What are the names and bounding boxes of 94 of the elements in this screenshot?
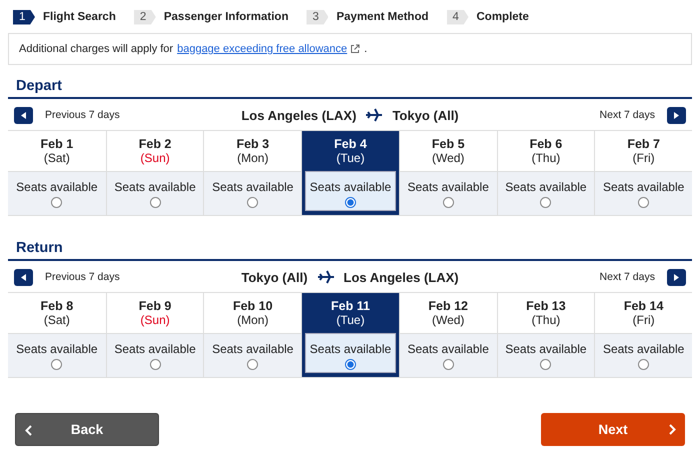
step-label: Payment Method	[336, 11, 428, 23]
availability-label: Seats available	[310, 180, 392, 194]
date-label: Feb 12	[428, 299, 468, 313]
date-label: Feb 8	[40, 299, 74, 313]
availability-label: Seats available	[408, 342, 489, 356]
weekday-label: (Thu)	[532, 313, 560, 327]
weekday-label: (Fri)	[632, 151, 655, 165]
weekday-label: (Thu)	[532, 151, 560, 165]
availability-label: Seats available	[310, 342, 392, 356]
chevron-left-icon	[25, 425, 32, 436]
availability-label: Seats available	[114, 342, 196, 356]
baggage-link[interactable]: baggage exceeding free allowance	[177, 43, 348, 55]
section-heading: Depart	[8, 78, 692, 99]
date-label: Feb 3	[236, 137, 270, 151]
date-label: Feb 6	[530, 137, 562, 151]
weekday-label: (Tue)	[336, 151, 365, 165]
origin-label: Los Angeles (LAX)	[241, 108, 356, 122]
left-triangle-icon	[21, 274, 26, 280]
weekday-label: (Sat)	[44, 151, 70, 165]
step-number: 1	[13, 10, 35, 24]
radio-button[interactable]	[638, 197, 650, 208]
availability-label: Seats available	[408, 180, 489, 194]
radio-button[interactable]	[442, 197, 454, 208]
date-label: Feb 13	[526, 299, 566, 313]
section-heading: Return	[8, 240, 692, 261]
radio-button[interactable]	[51, 197, 62, 208]
availability-label: Seats available	[16, 342, 98, 356]
weekday-label: (Wed)	[432, 313, 464, 327]
right-triangle-icon	[674, 112, 679, 118]
step-label: Complete	[476, 11, 529, 23]
back-button[interactable]: Back	[15, 413, 159, 446]
next-days-label: Next 7 days	[600, 271, 655, 283]
next-days-label: Next 7 days	[600, 109, 655, 121]
radio-button[interactable]	[540, 359, 552, 370]
availability-label: Seats available	[212, 180, 294, 194]
step-number: 3	[306, 10, 328, 24]
left-triangle-icon	[21, 112, 26, 118]
date-column[interactable]: Feb 4 (Tue) Seats available	[301, 131, 399, 215]
weekday-label: (Sat)	[44, 313, 70, 327]
date-label: Feb 14	[624, 299, 664, 313]
radio-button[interactable]	[247, 359, 258, 370]
date-label: Feb 2	[138, 137, 172, 151]
radio-button[interactable]	[51, 359, 62, 370]
date-label: Feb 7	[627, 137, 660, 151]
availability-label: Seats available	[114, 180, 196, 194]
weekday-label: (Fri)	[632, 313, 655, 327]
radio-button[interactable]	[344, 197, 356, 208]
destination-label: Tokyo (All)	[392, 108, 459, 122]
date-label: Feb 11	[331, 299, 370, 313]
external-link-icon	[350, 44, 360, 54]
date-label: Feb 5	[432, 137, 465, 151]
previous-days-label: Previous 7 days	[45, 109, 120, 121]
previous-button[interactable]	[14, 106, 33, 124]
date-column[interactable]: Feb 11 (Tue) Seats available	[301, 293, 399, 377]
right-triangle-icon	[674, 274, 679, 280]
step-label: Passenger Information	[164, 11, 288, 23]
destination-label: Los Angeles (LAX)	[344, 270, 459, 284]
step-number: 2	[134, 10, 156, 24]
next-button[interactable]: Next	[541, 413, 685, 446]
radio-button[interactable]	[150, 197, 161, 208]
availability-label: Seats available	[602, 342, 684, 356]
date-label: Feb 9	[138, 299, 172, 313]
notice-period: .	[364, 43, 368, 55]
availability-label: Seats available	[505, 180, 587, 194]
radio-button[interactable]	[150, 359, 161, 370]
weekday-label: (Tue)	[336, 313, 365, 327]
weekday-label: (Mon)	[237, 313, 268, 327]
airplane-icon	[318, 270, 334, 284]
availability-label: Seats available	[505, 342, 587, 356]
radio-button[interactable]	[540, 197, 552, 208]
date-label: Feb 4	[334, 137, 367, 151]
radio-button[interactable]	[638, 359, 650, 370]
weekday-label: (Wed)	[432, 151, 464, 165]
availability-label: Seats available	[212, 342, 294, 356]
previous-button[interactable]	[14, 268, 33, 286]
radio-button[interactable]	[344, 359, 356, 370]
next-days-button[interactable]	[666, 268, 686, 286]
step-number: 4	[446, 10, 468, 24]
weekday-label: (Mon)	[237, 151, 268, 165]
origin-label: Tokyo (All)	[241, 270, 308, 284]
step-label: Flight Search	[43, 11, 116, 23]
date-label: Feb 1	[40, 137, 74, 151]
airplane-icon	[366, 108, 382, 122]
chevron-right-icon	[669, 424, 676, 435]
availability-label: Seats available	[16, 180, 98, 194]
next-days-button[interactable]	[666, 106, 686, 124]
date-label: Feb 10	[232, 299, 273, 313]
notice-text: Additional charges will apply for	[19, 43, 174, 55]
availability-label: Seats available	[602, 180, 684, 194]
previous-days-label: Previous 7 days	[45, 271, 120, 283]
radio-button[interactable]	[442, 359, 454, 370]
weekday-label: (Sun)	[140, 151, 170, 165]
weekday-label: (Sun)	[140, 313, 170, 327]
radio-button[interactable]	[247, 197, 258, 208]
